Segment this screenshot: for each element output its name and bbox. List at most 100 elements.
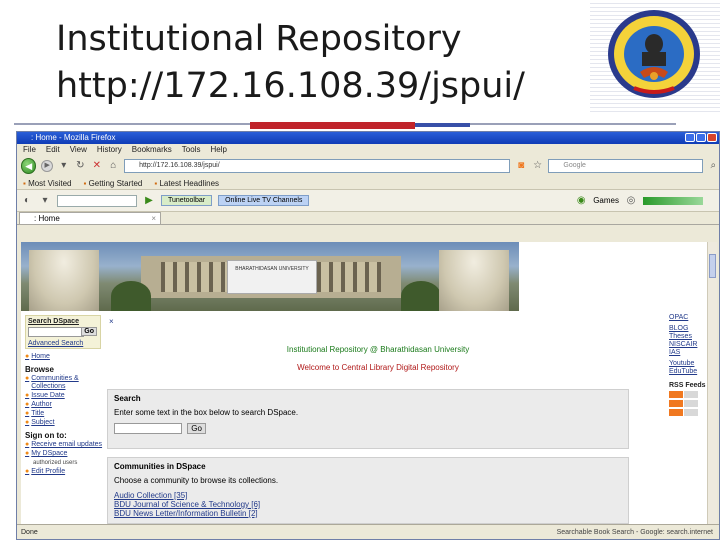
search-panel: Search Enter some text in the box below …: [107, 389, 629, 449]
welcome-heading: Welcome to Central Library Digital Repos…: [297, 363, 459, 372]
browse-communities-link[interactable]: ● Communities & Collections: [21, 375, 105, 391]
menu-help[interactable]: Help: [210, 144, 226, 155]
search-panel-input[interactable]: [114, 423, 182, 434]
youtube-link[interactable]: Youtube EduTube: [669, 360, 707, 376]
rss-feed-button[interactable]: [669, 391, 707, 398]
bookmark-latest-headlines[interactable]: Latest Headlines: [154, 179, 219, 188]
media-icon[interactable]: ◎: [625, 195, 637, 207]
menu-file[interactable]: File: [23, 144, 36, 155]
addon-logo-icon: ◐: [23, 194, 31, 206]
menu-view[interactable]: View: [70, 144, 87, 155]
home-icon[interactable]: ⌂: [108, 160, 120, 172]
games-icon[interactable]: ◉: [575, 195, 587, 207]
vertical-scrollbar[interactable]: [707, 242, 717, 524]
rss-icon[interactable]: ◙: [515, 160, 527, 172]
right-links-column: OPAC BLOG Theses NISCAIR IAS Youtube Edu…: [651, 311, 707, 524]
university-banner-image: BHARATHIDASAN UNIVERSITY: [21, 242, 519, 311]
browse-issue-date-link[interactable]: ● Issue Date: [21, 392, 105, 400]
search-panel-heading: Search: [114, 394, 141, 403]
communities-prompt: Choose a community to browse its collect…: [114, 476, 279, 485]
communities-heading: Communities in DSpace: [114, 462, 206, 471]
forward-icon[interactable]: ▶: [41, 160, 54, 172]
addon-menu-icon[interactable]: ▾: [39, 195, 51, 207]
back-icon[interactable]: ◀: [21, 158, 37, 174]
bookmarks-toolbar: Most Visited Getting Started Latest Head…: [17, 177, 719, 190]
addon-toolbar-button[interactable]: Tunetoolbar: [161, 195, 213, 206]
rss-version-label: [684, 409, 698, 416]
menu-bookmarks[interactable]: Bookmarks: [132, 144, 172, 155]
home-link[interactable]: ● Home: [21, 353, 105, 361]
browse-author-link[interactable]: ● Author: [21, 401, 105, 409]
blog-theses-link[interactable]: BLOG Theses NISCAIR IAS: [669, 325, 707, 357]
advanced-search-link[interactable]: Advanced Search: [28, 339, 98, 348]
status-text: Done: [21, 529, 38, 536]
slide-title-line1: Institutional Repository: [56, 19, 462, 59]
stop-icon[interactable]: ✕: [91, 160, 103, 172]
edit-profile-link[interactable]: ● Edit Profile: [21, 468, 105, 476]
menu-bar: File Edit View History Bookmarks Tools H…: [17, 144, 719, 155]
my-dspace-link[interactable]: ● My DSpace: [21, 450, 105, 458]
live-tv-button[interactable]: Online Live TV Channels: [218, 195, 310, 206]
rss-heading: RSS Feeds: [669, 382, 706, 389]
scrollbar-thumb[interactable]: [709, 254, 716, 278]
rss-feed-button[interactable]: [669, 400, 707, 407]
addon-go-icon[interactable]: ▶: [143, 195, 155, 207]
url-bar[interactable]: http://172.16.108.39/jspui/: [124, 159, 511, 173]
search-box[interactable]: Google: [548, 159, 703, 173]
bookmark-most-visited[interactable]: Most Visited: [23, 179, 71, 188]
browse-heading: Browse: [25, 365, 54, 374]
volume-slider[interactable]: [643, 196, 703, 205]
reload-icon[interactable]: ↻: [75, 160, 87, 172]
tab-label: : Home: [34, 214, 60, 223]
header-accent-blue: [415, 123, 470, 127]
search-icon[interactable]: ⌕: [708, 160, 720, 172]
search-panel-go-button[interactable]: Go: [187, 423, 206, 434]
rss-feed-button[interactable]: [669, 409, 707, 416]
games-label[interactable]: Games: [593, 196, 619, 205]
search-dspace-go[interactable]: Go: [81, 327, 97, 336]
window-controls: [685, 133, 717, 142]
dropdown-icon[interactable]: ▾: [58, 160, 70, 172]
menu-history[interactable]: History: [97, 144, 122, 155]
tab-home[interactable]: : Home ×: [19, 212, 161, 224]
menu-edit[interactable]: Edit: [46, 144, 60, 155]
browse-title-link[interactable]: ● Title: [21, 410, 105, 418]
addon-search-field[interactable]: [57, 194, 137, 207]
tab-bar: : Home ×: [17, 212, 719, 225]
collection-link[interactable]: BDU News Letter/Information Bulletin [2]: [114, 509, 622, 518]
collection-link[interactable]: Audio Collection [35]: [114, 491, 622, 500]
banner-blank-area: [519, 242, 707, 311]
rss-version-label: [684, 391, 698, 398]
maximize-icon[interactable]: [696, 133, 706, 142]
menu-tools[interactable]: Tools: [182, 144, 201, 155]
search-dspace-box: Search DSpace Go Advanced Search: [25, 315, 101, 349]
banner-tree-right: [401, 281, 441, 311]
opac-link[interactable]: OPAC: [669, 314, 707, 322]
main-content: × Institutional Repository @ Bharathidas…: [105, 311, 651, 524]
bookmark-star-icon[interactable]: ☆: [532, 160, 544, 172]
close-window-icon[interactable]: [707, 133, 717, 142]
presentation-slide: Institutional Repository http://172.16.1…: [0, 0, 720, 540]
repository-heading: Institutional Repository @ Bharathidasan…: [286, 345, 470, 354]
search-dspace-input[interactable]: Go: [28, 327, 97, 337]
collection-link[interactable]: BDU Journal of Science & Technology [6]: [114, 500, 622, 509]
minimize-icon[interactable]: [685, 133, 695, 142]
browser-screenshot: : Home - Mozilla Firefox File Edit View …: [16, 131, 720, 540]
bullet-icon: ●: [25, 401, 30, 408]
bullet-icon: ●: [25, 410, 30, 417]
bullet-icon: ●: [25, 375, 30, 382]
email-updates-link[interactable]: ● Receive email updates: [21, 441, 105, 449]
status-bar: Done Searchable Book Search - Google: se…: [17, 524, 719, 539]
banner-pillar-left: [29, 250, 99, 311]
close-frame-icon[interactable]: ×: [109, 317, 114, 326]
slide-title-url: http://172.16.108.39/jspui/: [56, 66, 525, 106]
page-viewport: BHARATHIDASAN UNIVERSITY Search DSpace G…: [21, 242, 707, 524]
tab-close-icon[interactable]: ×: [151, 213, 156, 224]
search-panel-prompt: Enter some text in the box below to sear…: [114, 408, 299, 417]
left-navigation: Search DSpace Go Advanced Search ● Home B…: [21, 311, 105, 524]
bookmark-getting-started[interactable]: Getting Started: [84, 179, 143, 188]
bullet-icon: ●: [25, 419, 30, 426]
header-accent-red: [250, 122, 415, 129]
browse-subject-link[interactable]: ● Subject: [21, 419, 105, 427]
rss-icon: [669, 409, 683, 416]
